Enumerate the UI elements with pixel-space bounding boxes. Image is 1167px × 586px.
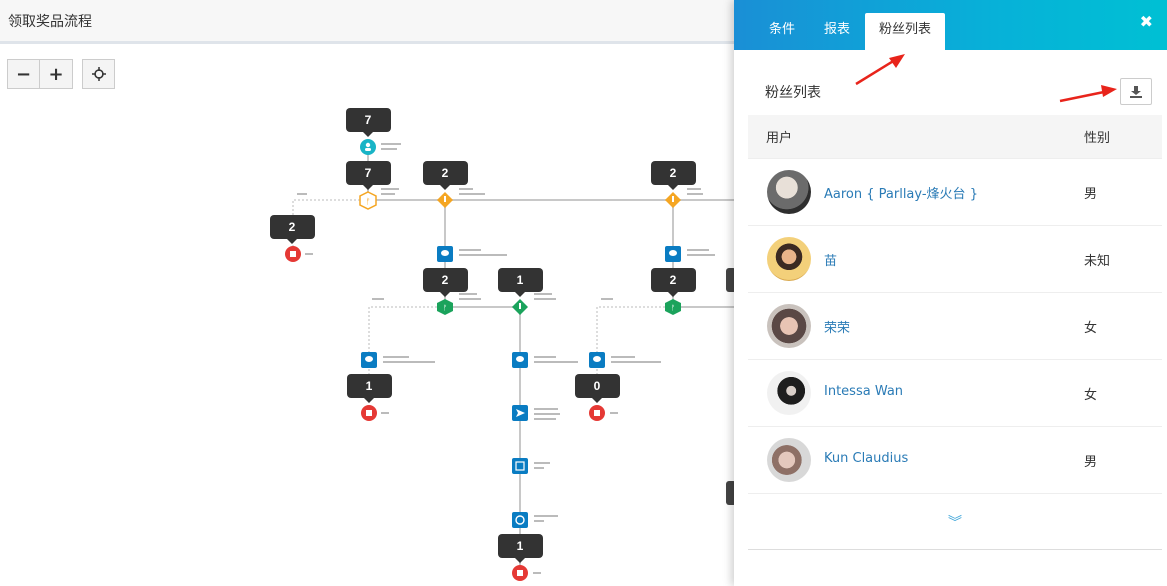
message-node[interactable] <box>665 246 681 262</box>
condition-node[interactable] <box>437 192 453 208</box>
end-node[interactable] <box>285 246 301 262</box>
user-gender: 未知 <box>1084 254 1111 269</box>
avatar[interactable] <box>767 304 811 348</box>
split-node[interactable]: ᚠ <box>359 191 377 210</box>
count-bubble: 2 <box>423 161 468 190</box>
condition-node[interactable] <box>665 192 681 208</box>
table-row[interactable]: Kun Claudius 男 <box>748 427 1162 494</box>
clipped-bubble <box>726 268 734 292</box>
user-gender: 女 <box>1084 321 1098 336</box>
table-header: 用户 性别 <box>748 115 1162 159</box>
zoom-in-button[interactable]: + <box>40 59 73 89</box>
panel-header: 条件 报表 粉丝列表 ✖ <box>734 0 1167 50</box>
user-name-link[interactable]: Aaron { Parllay-烽火台 } <box>824 183 978 202</box>
send-node[interactable] <box>512 405 528 421</box>
node-caption-lines <box>297 143 715 574</box>
image-node[interactable] <box>512 458 528 474</box>
count-value: 1 <box>517 539 524 553</box>
crosshair-icon <box>91 67 106 81</box>
count-bubble: 2 <box>651 161 696 190</box>
message-node[interactable] <box>589 352 605 368</box>
count-value: 0 <box>594 379 601 393</box>
close-icon[interactable]: ✖ <box>1140 12 1153 31</box>
message-node[interactable] <box>361 352 377 368</box>
count-bubble: 1 <box>498 534 543 563</box>
end-node[interactable] <box>512 565 528 581</box>
loop-node[interactable] <box>512 512 528 528</box>
count-bubble: 1 <box>498 268 543 297</box>
svg-text:ᚠ: ᚠ <box>671 304 675 312</box>
table-row[interactable]: Intessa Wan 女 <box>748 360 1162 427</box>
center-view-button[interactable] <box>82 59 115 89</box>
list-title: 粉丝列表 <box>765 85 821 101</box>
count-value: 2 <box>670 166 677 180</box>
svg-text:ᚠ: ᚠ <box>443 304 447 312</box>
count-bubble: 7 <box>346 161 391 190</box>
clipped-bubble <box>726 481 734 505</box>
fans-side-panel: 条件 报表 粉丝列表 ✖ 粉丝列表 用户 性别 Aaron { Parllay-… <box>734 0 1167 586</box>
count-value: 1 <box>517 273 524 287</box>
end-node[interactable] <box>589 405 605 421</box>
count-value: 7 <box>365 166 372 180</box>
download-icon <box>1130 85 1142 98</box>
user-name-link[interactable]: Kun Claudius <box>824 451 908 466</box>
zoom-controls: − + <box>7 59 73 89</box>
count-value: 1 <box>366 379 373 393</box>
avatar[interactable] <box>767 371 811 415</box>
count-value: 2 <box>442 166 449 180</box>
flow-connectors <box>367 147 734 573</box>
start-node[interactable] <box>360 139 376 155</box>
user-name-link[interactable]: 苗 <box>824 250 837 269</box>
tab-conditions[interactable]: 条件 <box>755 13 809 50</box>
zoom-out-button[interactable]: − <box>7 59 40 89</box>
tab-fan-list[interactable]: 粉丝列表 <box>865 13 946 50</box>
user-gender: 女 <box>1084 388 1098 403</box>
count-value: 2 <box>670 273 677 287</box>
count-bubble: 7 <box>346 108 391 137</box>
avatar[interactable] <box>767 170 811 214</box>
count-value: 2 <box>289 220 296 234</box>
minus-icon: − <box>15 63 32 85</box>
double-chevron-down-icon[interactable]: ︾ <box>948 512 962 532</box>
avatar[interactable] <box>767 237 811 281</box>
user-gender: 男 <box>1084 455 1098 470</box>
green-split-node[interactable]: ᚠ <box>437 299 453 315</box>
avatar[interactable] <box>767 438 811 482</box>
plus-icon: + <box>48 63 64 85</box>
count-bubble: 2 <box>423 268 468 297</box>
download-button[interactable] <box>1120 78 1152 105</box>
user-name-link[interactable]: 荣荣 <box>824 317 850 336</box>
count-bubble: 2 <box>651 268 696 297</box>
message-node[interactable] <box>512 352 528 368</box>
load-more-row[interactable]: ︾ <box>748 494 1162 550</box>
user-gender: 男 <box>1084 187 1098 202</box>
message-node[interactable] <box>437 246 453 262</box>
count-bubble: 0 <box>575 374 620 403</box>
green-condition-node[interactable] <box>512 299 528 315</box>
green-split-node[interactable]: ᚠ <box>665 299 681 315</box>
flow-canvas[interactable]: 领取奖品流程 ᚠ ᚠ ᚠ 7 7 2 2 2 2 1 2 1 0 1 − + <box>0 0 734 586</box>
count-value: 2 <box>442 273 449 287</box>
svg-text:ᚠ: ᚠ <box>366 197 371 206</box>
count-bubbles: 7 7 2 2 2 2 1 2 1 0 1 <box>270 108 696 563</box>
count-value: 7 <box>365 113 372 127</box>
tab-report[interactable]: 报表 <box>810 13 864 50</box>
table-row[interactable]: 苗 未知 <box>748 226 1162 293</box>
count-bubble: 2 <box>270 215 315 244</box>
column-user: 用户 <box>766 131 793 146</box>
user-name-link[interactable]: Intessa Wan <box>824 384 903 399</box>
column-gender: 性别 <box>1084 131 1111 146</box>
count-bubble: 1 <box>347 374 392 403</box>
fan-table: 用户 性别 Aaron { Parllay-烽火台 } 男 苗 未知 荣荣 女 … <box>748 115 1162 494</box>
table-row[interactable]: 荣荣 女 <box>748 293 1162 360</box>
table-row[interactable]: Aaron { Parllay-烽火台 } 男 <box>748 159 1162 226</box>
end-node[interactable] <box>361 405 377 421</box>
